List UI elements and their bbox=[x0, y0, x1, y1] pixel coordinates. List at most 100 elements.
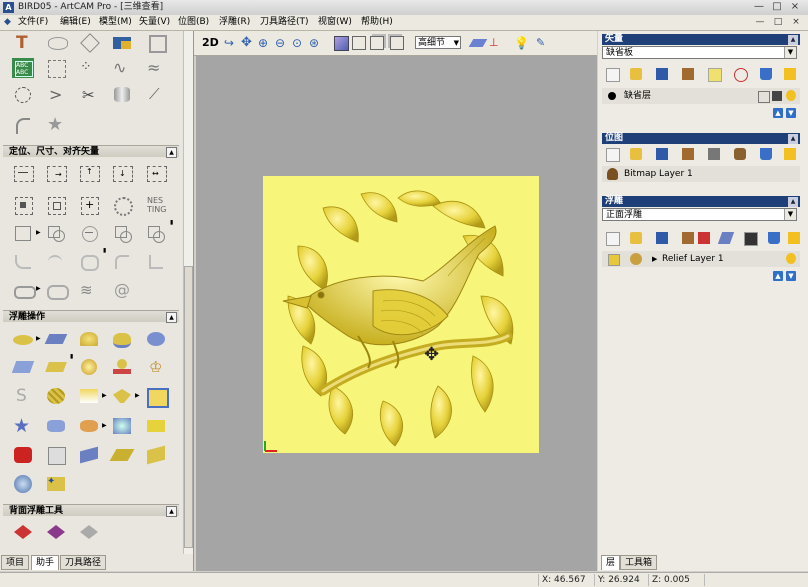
pan-view-icon[interactable]: ↪ bbox=[224, 36, 238, 50]
section-header-back-relief[interactable]: 背面浮雕工具 ▲ bbox=[3, 504, 179, 517]
spiral-tool-icon[interactable]: @ bbox=[111, 280, 135, 300]
dashed-arc-icon[interactable] bbox=[12, 85, 36, 105]
align-top-icon[interactable]: ↑ bbox=[78, 164, 102, 184]
relief-layer-row[interactable]: ▶ Relief Layer 1 bbox=[602, 251, 800, 267]
project-relief-icon[interactable]: ▶ bbox=[78, 416, 107, 436]
pill-tool-icon[interactable]: ▶ bbox=[12, 280, 41, 300]
new-layer-icon[interactable] bbox=[606, 148, 620, 162]
open-folder-icon[interactable] bbox=[630, 232, 642, 244]
collapse-arrow-icon[interactable]: ▲ bbox=[788, 35, 798, 45]
delete-layer-icon[interactable] bbox=[760, 148, 772, 160]
texture-tool-icon[interactable]: ≋ bbox=[78, 280, 102, 300]
slice-relief-icon[interactable] bbox=[45, 416, 69, 436]
menu-help[interactable]: 帮助(H) bbox=[361, 16, 393, 29]
relief-spin-icon[interactable] bbox=[145, 329, 169, 349]
vector-section-header[interactable]: 矢量 ▲ bbox=[602, 34, 800, 45]
import-icon[interactable] bbox=[682, 232, 694, 244]
trim-tool-icon[interactable]: ▮ bbox=[145, 219, 173, 243]
rounded-rect-icon[interactable] bbox=[45, 280, 69, 300]
tab-assistant[interactable]: 助手 bbox=[31, 555, 60, 570]
maximize-button[interactable]: □ bbox=[770, 1, 784, 13]
delete-layer-icon[interactable] bbox=[768, 232, 780, 244]
chevron-down-icon[interactable]: ▼ bbox=[784, 47, 796, 58]
open-folder-icon[interactable] bbox=[630, 148, 642, 160]
intersect-tool-icon[interactable] bbox=[111, 223, 135, 243]
polygon-tool-icon[interactable] bbox=[78, 33, 102, 53]
light-bulb-icon[interactable] bbox=[784, 148, 796, 160]
left-panel-scrollbar[interactable] bbox=[183, 31, 193, 554]
layer-color-icon[interactable] bbox=[608, 92, 616, 100]
import-icon[interactable] bbox=[682, 148, 694, 160]
align-bottom-icon[interactable]: ↓ bbox=[111, 164, 135, 184]
collapse-arrow-icon[interactable]: ▲ bbox=[788, 197, 798, 207]
bitmap-section-header[interactable]: 位图 ▲ bbox=[602, 133, 800, 144]
front-view-icon[interactable] bbox=[370, 36, 384, 50]
iso-view-icon[interactable] bbox=[334, 36, 349, 51]
relief-section-header[interactable]: 浮雕 ▲ bbox=[602, 196, 800, 207]
tab-layers[interactable]: 层 bbox=[601, 555, 621, 570]
relief-plane-icon[interactable] bbox=[44, 329, 69, 349]
new-layer-icon[interactable] bbox=[606, 68, 620, 82]
light-bulb-icon[interactable] bbox=[788, 232, 800, 244]
visible-bulb-icon[interactable] bbox=[786, 90, 796, 101]
chevron-down-icon[interactable]: ▼ bbox=[784, 209, 796, 220]
back-relief-grey-icon[interactable] bbox=[78, 522, 102, 542]
relief-dome-icon[interactable] bbox=[78, 329, 102, 349]
merge-layer-icon[interactable] bbox=[734, 68, 748, 82]
fillet-tool-icon[interactable] bbox=[12, 251, 36, 271]
save-icon[interactable] bbox=[656, 68, 668, 80]
move-layer-down-icon[interactable]: ▼ bbox=[786, 108, 796, 118]
align-right-icon[interactable]: → bbox=[45, 164, 69, 184]
menu-file[interactable]: 文件(F) bbox=[18, 16, 48, 29]
menu-relief[interactable]: 浮雕(R) bbox=[219, 16, 250, 29]
size-move-icon[interactable]: + bbox=[78, 195, 102, 215]
offset-relief-icon[interactable] bbox=[78, 357, 102, 377]
import-relief-icon[interactable]: ✦ bbox=[45, 474, 69, 494]
twist-relief-icon[interactable] bbox=[78, 445, 102, 465]
light-bulb-icon[interactable] bbox=[784, 68, 796, 80]
menu-model[interactable]: 模型(M) bbox=[99, 16, 132, 29]
curve-tool-icon[interactable]: ∿ bbox=[111, 58, 135, 78]
wave-relief-icon[interactable]: S bbox=[12, 386, 36, 406]
collapse-caret-icon[interactable]: ▲ bbox=[166, 312, 177, 323]
knife-tool-icon[interactable]: ⟋ bbox=[145, 85, 169, 105]
tab-toolpaths[interactable]: 刀具路径 bbox=[60, 555, 107, 570]
relief-plane-icon[interactable] bbox=[717, 232, 735, 244]
axes-view-icon[interactable]: ⊥ bbox=[489, 36, 503, 50]
back-relief-purple-icon[interactable] bbox=[45, 522, 69, 542]
side-view-icon[interactable] bbox=[390, 36, 404, 50]
star-relief-icon[interactable]: ★ bbox=[12, 415, 36, 437]
scrollbar-thumb[interactable] bbox=[184, 266, 193, 548]
chamfer-tool-icon[interactable] bbox=[45, 251, 69, 271]
bitmap-tool-icon[interactable] bbox=[111, 33, 135, 53]
section-header-relief-ops[interactable]: 浮雕操作 ▲ bbox=[3, 310, 179, 323]
relief-plane-view-icon[interactable] bbox=[468, 39, 488, 47]
save-icon[interactable] bbox=[656, 232, 668, 244]
subtract-tool-icon[interactable] bbox=[78, 223, 102, 243]
move-layer-up-icon[interactable]: ▲ bbox=[773, 271, 783, 281]
mdi-restore-button[interactable]: □ bbox=[772, 16, 784, 28]
nest-tool-icon[interactable]: NES TING bbox=[145, 195, 169, 215]
texture-relief-icon[interactable] bbox=[45, 386, 69, 406]
section-header-align[interactable]: 定位、尺寸、对齐矢量 ▲ bbox=[3, 145, 179, 158]
open-folder-icon[interactable] bbox=[630, 68, 642, 80]
detail-level-select[interactable]: 高细节 ▼ bbox=[415, 36, 461, 49]
shape-editor-icon[interactable]: ▶ bbox=[12, 329, 41, 349]
sculpt-relief-icon[interactable]: ♔ bbox=[145, 357, 169, 377]
render-settings-icon[interactable]: ✎ bbox=[536, 36, 550, 50]
wave-tool-icon[interactable]: ≈ bbox=[145, 58, 169, 78]
vector-shape-icon[interactable] bbox=[45, 33, 69, 53]
tab-toolbox[interactable]: 工具箱 bbox=[620, 555, 658, 570]
align-center-icon[interactable]: ↔ bbox=[145, 164, 169, 184]
collapse-caret-icon[interactable]: ▲ bbox=[166, 147, 177, 158]
close-button[interactable]: × bbox=[788, 1, 802, 13]
top-view-icon[interactable] bbox=[352, 36, 366, 50]
fade-relief-icon[interactable]: ▶ bbox=[78, 386, 107, 406]
save-icon[interactable] bbox=[656, 148, 668, 160]
collapse-caret-icon[interactable]: ▲ bbox=[166, 506, 177, 517]
zoom-out-icon[interactable]: ⊖ bbox=[275, 36, 289, 50]
paint-relief-icon[interactable] bbox=[111, 416, 135, 436]
move-layer-down-icon[interactable]: ▼ bbox=[786, 271, 796, 281]
zero-relief-icon[interactable]: ▶ bbox=[111, 386, 140, 406]
save-relief-icon[interactable] bbox=[744, 232, 758, 246]
